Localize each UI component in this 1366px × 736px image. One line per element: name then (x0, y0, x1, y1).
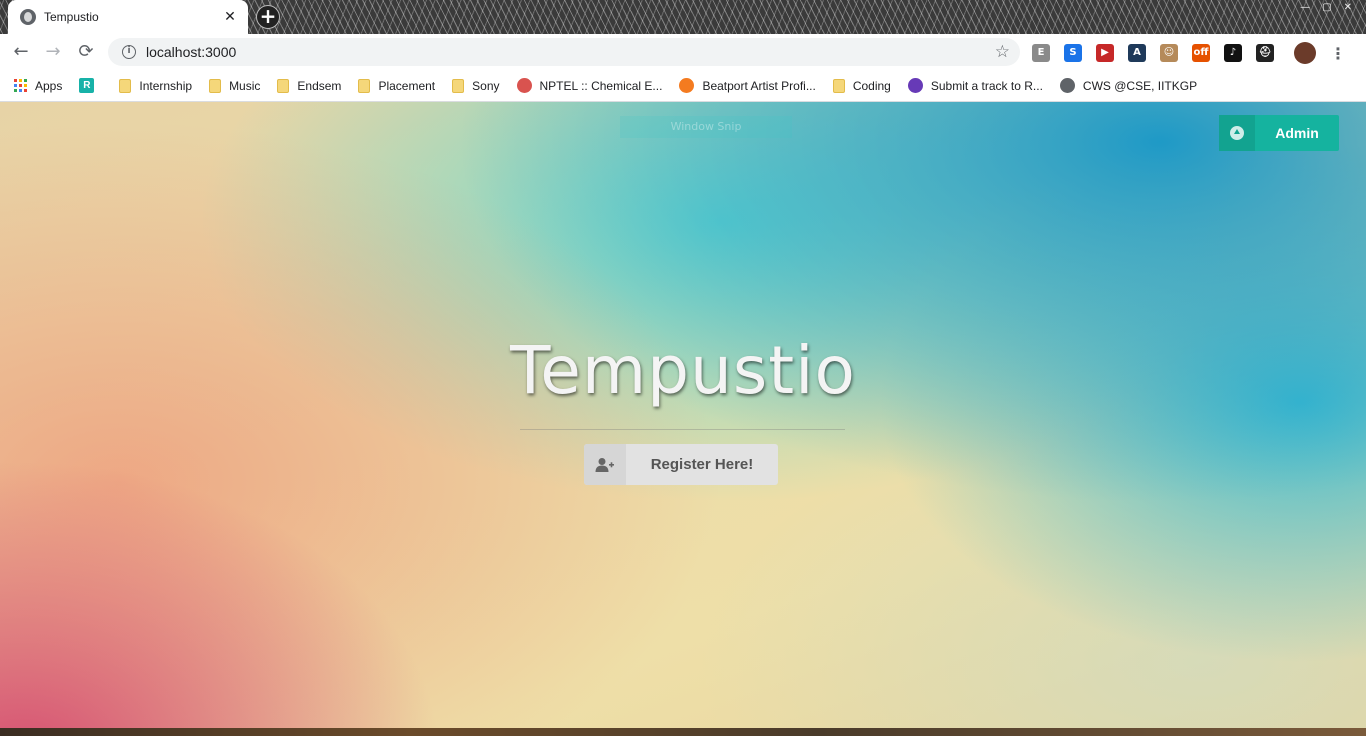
site-favicon-icon (907, 78, 923, 93)
browser-tab[interactable]: Tempustio ✕ (8, 0, 248, 34)
browser-titlebar: Tempustio ✕ + — ▢ ✕ (0, 0, 1366, 34)
close-tab-icon[interactable]: ✕ (222, 9, 238, 25)
back-button[interactable]: ← (10, 41, 32, 63)
maximize-icon[interactable]: ▢ (1322, 2, 1331, 13)
admin-button-label: Admin (1275, 125, 1319, 141)
add-user-icon (584, 444, 626, 485)
extension-icon[interactable]: ♪ (1224, 44, 1242, 62)
bookmark-item[interactable]: CWS @CSE, IITKGP (1059, 78, 1198, 93)
bookmark-item[interactable]: Apps (14, 79, 62, 93)
forward-button[interactable]: → (42, 41, 64, 63)
register-button[interactable]: Register Here! (584, 444, 778, 485)
bookmark-item[interactable]: Beatport Artist Profi... (679, 78, 816, 93)
extensions-area: E S ▶ A ☺ off ♪ ⛑ ⋮ (1032, 42, 1346, 64)
site-favicon-icon (1059, 78, 1075, 93)
bookmark-label: Placement (378, 78, 436, 93)
hero-divider (520, 429, 845, 430)
minimize-icon[interactable]: — (1300, 2, 1310, 13)
bookmark-item[interactable]: NPTEL :: Chemical E... (516, 78, 663, 93)
url-text[interactable]: localhost:3000 (146, 44, 995, 60)
browser-toolbar: ← → ⟳ i localhost:3000 ☆ E S ▶ A ☺ off ♪ ⛑ ⋮ (0, 34, 1366, 70)
bookmark-label: Internship (139, 78, 193, 93)
folder-icon (119, 78, 132, 93)
window-controls: — ▢ ✕ (1300, 2, 1352, 13)
bookmark-label: Coding (852, 78, 891, 93)
window-snip-overlay: Window Snip (620, 116, 792, 138)
bookmark-label: Endsem (297, 78, 342, 93)
menu-kebab-icon[interactable]: ⋮ (1330, 44, 1346, 63)
bookmark-label: CWS @CSE, IITKGP (1082, 78, 1198, 93)
admin-icon (1219, 115, 1255, 151)
folder-icon (452, 78, 465, 93)
apps-grid-icon (14, 79, 27, 92)
bookmark-item[interactable]: Sony (452, 78, 500, 93)
bookmark-item[interactable]: R (79, 78, 102, 93)
admin-button[interactable]: Admin (1219, 115, 1339, 151)
bookmark-item[interactable]: Submit a track to R... (907, 78, 1043, 93)
address-bar[interactable]: i localhost:3000 ☆ (108, 38, 1020, 66)
folder-icon (358, 78, 371, 93)
bookmark-label: Apps (35, 78, 63, 93)
bookmark-label: Beatport Artist Profi... (702, 78, 816, 93)
bookmark-item[interactable]: Endsem (277, 78, 342, 93)
folder-icon (277, 78, 290, 93)
site-favicon-icon (516, 78, 532, 93)
hero-title: Tempustio (510, 332, 856, 409)
bookmark-item[interactable]: Placement (358, 78, 436, 93)
reload-button[interactable]: ⟳ (75, 41, 97, 63)
os-taskbar (0, 728, 1366, 736)
site-info-icon[interactable]: i (122, 45, 136, 59)
new-tab-button[interactable]: + (256, 5, 280, 29)
bookmark-item[interactable]: Coding (832, 78, 891, 93)
extension-icon[interactable]: ☺ (1160, 44, 1178, 62)
extension-icon[interactable]: off (1192, 44, 1210, 62)
extension-icon[interactable]: ▶ (1096, 44, 1114, 62)
bookmarks-bar: Apps R Internship Music Endsem Placement Sony N… (0, 70, 1366, 102)
bookmark-favicon-icon: R (79, 78, 95, 93)
register-button-label: Register Here! (650, 456, 754, 473)
extension-icon[interactable]: A (1128, 44, 1146, 62)
extension-icon[interactable]: ⛑ (1256, 44, 1274, 62)
bookmark-item[interactable]: Music (209, 78, 261, 93)
site-favicon-icon (679, 78, 695, 93)
bookmark-label: Sony (472, 78, 500, 93)
bookmark-label: Music (229, 78, 261, 93)
profile-avatar[interactable] (1294, 42, 1316, 64)
folder-icon (832, 78, 845, 93)
bookmark-label: NPTEL :: Chemical E... (539, 78, 663, 93)
tab-title: Tempustio (44, 10, 99, 24)
close-window-icon[interactable]: ✕ (1344, 2, 1352, 13)
bookmark-star-icon[interactable]: ☆ (995, 42, 1010, 62)
bookmark-item[interactable]: Internship (119, 78, 193, 93)
extension-icon[interactable]: S (1064, 44, 1082, 62)
extension-icon[interactable]: E (1032, 44, 1050, 62)
folder-icon (209, 78, 222, 93)
bookmark-label: Submit a track to R... (930, 78, 1043, 93)
page-hero: Window Snip Admin Tempustio Register Her… (0, 102, 1366, 728)
globe-icon (20, 9, 36, 25)
